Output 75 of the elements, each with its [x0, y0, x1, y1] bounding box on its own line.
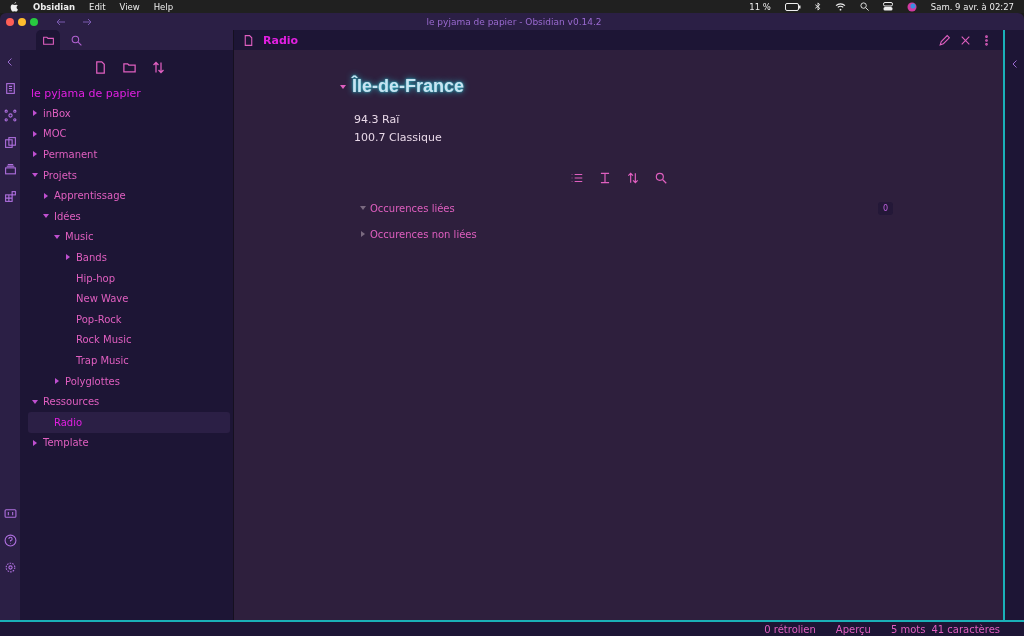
count-badge: 0	[877, 201, 893, 215]
caret-icon[interactable]	[54, 233, 60, 240]
close-window-button[interactable]	[6, 17, 14, 26]
caret-icon[interactable]	[65, 254, 71, 261]
menu-item[interactable]: Edit	[89, 1, 106, 12]
battery-icon[interactable]	[784, 2, 801, 11]
help-icon[interactable]	[3, 534, 17, 547]
vault-icon[interactable]	[3, 507, 17, 520]
search-icon[interactable]	[653, 171, 668, 185]
wifi-icon[interactable]	[834, 2, 846, 11]
clock[interactable]: Sam. 9 avr. à 02:27	[930, 1, 1014, 12]
caret-icon[interactable]	[43, 213, 49, 220]
file-item[interactable]: Radio	[28, 411, 230, 433]
new-folder-icon[interactable]	[121, 60, 137, 75]
caret-icon[interactable]	[43, 192, 49, 199]
sort-icon[interactable]	[625, 171, 640, 185]
folder-item[interactable]: Idées	[28, 205, 230, 227]
folder-item[interactable]: Bands	[28, 247, 230, 268]
folder-item[interactable]: Ressources	[28, 391, 230, 412]
folder-item[interactable]: Projets	[28, 164, 230, 186]
folder-item[interactable]: Apprentissage	[28, 185, 230, 206]
forward-arrow-icon[interactable]	[82, 17, 92, 26]
search-icon[interactable]	[859, 2, 869, 11]
control-center-icon[interactable]	[882, 2, 893, 11]
file-item[interactable]: New Wave	[28, 288, 230, 309]
folder-item[interactable]: MOC	[28, 123, 230, 145]
caret-icon[interactable]	[32, 130, 38, 137]
copy-icon[interactable]	[3, 136, 17, 149]
caret-icon[interactable]	[32, 172, 38, 179]
status-item: 0 rétrolien	[764, 623, 816, 635]
caret-icon[interactable]	[54, 378, 60, 384]
sort-icon[interactable]	[150, 60, 166, 75]
folder-item[interactable]: Permanent	[28, 144, 230, 165]
note-line: 100.7 Classique	[354, 130, 443, 146]
zoom-window-button[interactable]	[30, 17, 38, 26]
file-item[interactable]: Trap Music	[28, 350, 230, 371]
caret-icon[interactable]	[32, 398, 38, 405]
file-item[interactable]: Rock Music	[28, 329, 230, 351]
fold-caret-icon[interactable]	[340, 83, 346, 90]
folder-item[interactable]: Music	[28, 226, 230, 248]
back-arrow-icon[interactable]	[56, 17, 66, 26]
caret-icon[interactable]	[32, 110, 38, 117]
status-item: 5 mots	[890, 623, 926, 635]
backlinks-heading[interactable]: Occurences non liées	[370, 228, 477, 240]
cards-icon[interactable]	[3, 163, 17, 176]
caret-icon[interactable]	[360, 231, 366, 237]
menu-item[interactable]: View	[119, 1, 140, 12]
folder-item[interactable]: Template	[28, 432, 230, 454]
battery-percent: 11 %	[749, 1, 771, 12]
caret-icon[interactable]	[360, 205, 366, 211]
bluetooth-icon[interactable]	[814, 2, 821, 11]
minimize-window-button[interactable]	[18, 17, 26, 26]
folder-item[interactable]: inBox	[28, 103, 230, 124]
backlinks-heading[interactable]: Occurences liées	[370, 202, 455, 214]
document-icon[interactable]	[3, 82, 17, 95]
pencil-icon[interactable]	[938, 33, 951, 47]
menu-item[interactable]: Help	[153, 1, 174, 12]
apple-icon[interactable]	[10, 1, 19, 12]
folder-item[interactable]: Polyglottes	[28, 370, 230, 392]
status-item: Aperçu	[835, 623, 871, 635]
note-heading: Île-de-France	[352, 76, 465, 97]
file-item[interactable]: Hip-hop	[28, 267, 230, 289]
window-title: le pyjama de papier - Obsidian v0.14.2	[425, 16, 603, 27]
caret-icon[interactable]	[32, 439, 38, 446]
files-tab[interactable]	[36, 30, 60, 50]
note-line: 94.3 Raï	[354, 112, 401, 128]
caret-icon[interactable]	[32, 151, 38, 158]
document-icon[interactable]	[242, 33, 255, 47]
grid-icon[interactable]	[3, 190, 17, 203]
file-item[interactable]: Pop-Rock	[28, 308, 230, 330]
status-item: 41 caractères	[931, 623, 1000, 635]
vault-name[interactable]: le pyjama de papier	[28, 85, 230, 103]
menu-item[interactable]: Obsidian	[33, 1, 76, 12]
siri-icon[interactable]	[906, 1, 917, 12]
graph-icon[interactable]	[3, 109, 17, 122]
